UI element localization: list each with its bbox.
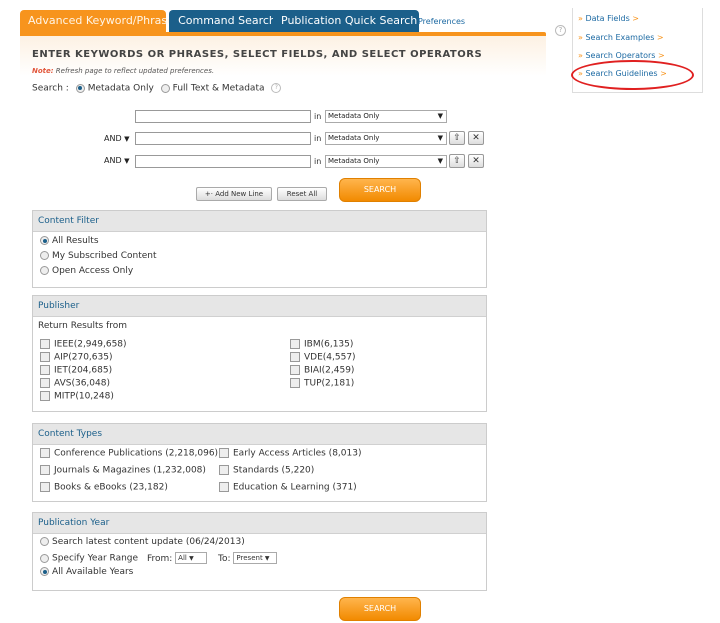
note-text: Note: Refresh page to reflect updated pr… <box>32 67 215 75</box>
publisher-item[interactable]: MITP(10,248) <box>40 391 114 402</box>
radio-metadata-only[interactable] <box>75 83 85 93</box>
help-icon[interactable]: ? <box>555 25 566 36</box>
in-label: in <box>314 112 322 121</box>
content-type-checkbox[interactable] <box>40 448 50 458</box>
content-type-item[interactable]: Standards (5,220) <box>219 465 314 476</box>
help-icon[interactable]: ? <box>271 83 282 93</box>
move-up-button[interactable]: ⇧ <box>449 154 465 168</box>
publisher-checkbox[interactable] <box>40 365 50 375</box>
operator-select-3[interactable]: AND ▼ <box>104 156 130 165</box>
radio-year-range[interactable] <box>40 553 49 563</box>
chevron-down-icon: ▼ <box>437 134 443 142</box>
move-up-button[interactable]: ⇧ <box>449 131 465 145</box>
publisher-item[interactable]: TUP(2,181) <box>290 378 354 389</box>
search-button[interactable]: SEARCH <box>339 178 421 202</box>
publisher-checkbox[interactable] <box>40 339 50 349</box>
year-latest-update[interactable]: Search latest content update (06/24/2013… <box>40 537 245 547</box>
close-icon: ✕ <box>472 133 480 143</box>
radio-all-years[interactable] <box>40 567 49 576</box>
sidebar-link-data-fields[interactable]: » Data Fields > <box>578 14 639 23</box>
publisher-checkbox[interactable] <box>290 352 300 362</box>
search-button-bottom[interactable]: SEARCH <box>339 597 421 621</box>
query-input-1[interactable] <box>135 110 311 123</box>
sidebar-link-search-operators[interactable]: » Search Operators > <box>578 51 665 60</box>
query-input-2[interactable] <box>135 132 311 145</box>
filter-all-results[interactable]: All Results <box>40 236 99 246</box>
field-select-2[interactable]: Metadata Only ▼ <box>325 132 447 145</box>
year-to-select[interactable]: Present ▼ <box>233 552 278 564</box>
publisher-checkbox[interactable] <box>40 352 50 362</box>
chevron-down-icon: ▼ <box>437 157 443 165</box>
content-type-checkbox[interactable] <box>219 465 229 475</box>
remove-row-button[interactable]: ✕ <box>468 154 484 168</box>
year-range[interactable]: Specify Year Range From: All ▼ To: Prese… <box>40 552 278 564</box>
chevron-down-icon: ▼ <box>124 135 130 143</box>
filter-open-access[interactable]: Open Access Only <box>40 266 133 276</box>
content-filter-box: Content Filter <box>32 210 487 288</box>
year-from-select[interactable]: All ▼ <box>175 552 208 564</box>
publication-year-title: Publication Year <box>33 513 486 534</box>
content-type-item[interactable]: Conference Publications (2,218,096) <box>40 448 218 459</box>
close-icon: ✕ <box>472 156 480 166</box>
query-input-3[interactable] <box>135 155 311 168</box>
filter-subscribed[interactable]: My Subscribed Content <box>40 251 157 261</box>
content-type-item[interactable]: Books & eBooks (23,182) <box>40 482 168 493</box>
add-new-line-button[interactable]: +· Add New Line <box>196 187 272 201</box>
publisher-item[interactable]: AVS(36,048) <box>40 378 110 389</box>
content-type-item[interactable]: Early Access Articles (8,013) <box>219 448 361 459</box>
publisher-subtitle: Return Results from <box>38 321 128 331</box>
chevron-down-icon: ▼ <box>437 112 443 120</box>
publisher-item[interactable]: BIAI(2,459) <box>290 365 354 376</box>
chevron-down-icon: ▼ <box>124 157 130 165</box>
move-up-icon: ⇧ <box>453 156 461 166</box>
content-types-title: Content Types <box>33 424 486 445</box>
radio-full-text[interactable] <box>160 83 170 93</box>
sidebar-link-search-examples[interactable]: » Search Examples > <box>578 33 664 42</box>
publisher-item[interactable]: IET(204,685) <box>40 365 112 376</box>
content-type-item[interactable]: Journals & Magazines (1,232,008) <box>40 465 206 476</box>
tab-command-search[interactable]: Command Search <box>169 10 285 32</box>
remove-row-button[interactable]: ✕ <box>468 131 484 145</box>
content-type-checkbox[interactable] <box>40 482 50 492</box>
content-type-checkbox[interactable] <box>219 448 229 458</box>
radio-subscribed[interactable] <box>40 251 49 260</box>
move-up-icon: ⇧ <box>453 133 461 143</box>
search-tabs: Advanced Keyword/Phrases Command Search … <box>20 10 566 36</box>
publisher-checkbox[interactable] <box>290 339 300 349</box>
publisher-checkbox[interactable] <box>40 391 50 401</box>
publisher-item[interactable]: IBM(6,135) <box>290 339 353 350</box>
page-heading: ENTER KEYWORDS OR PHRASES, SELECT FIELDS… <box>32 49 483 60</box>
publisher-item[interactable]: VDE(4,557) <box>290 352 356 363</box>
chevron-down-icon: ▼ <box>264 555 270 562</box>
content-type-checkbox[interactable] <box>219 482 229 492</box>
publisher-item[interactable]: AIP(270,635) <box>40 352 112 363</box>
publisher-checkbox[interactable] <box>40 378 50 388</box>
chevron-down-icon: ▼ <box>189 555 194 562</box>
content-type-item[interactable]: Education & Learning (371) <box>219 482 357 493</box>
highlight-ellipse <box>571 60 694 90</box>
search-mode: Search : Metadata Only Full Text & Metad… <box>32 83 282 94</box>
preferences-link[interactable]: Preferences <box>418 17 465 26</box>
reset-all-button[interactable]: Reset All <box>277 187 327 201</box>
plus-icon: + <box>204 190 211 198</box>
tab-publication-quick-search[interactable]: Publication Quick Search <box>273 10 419 32</box>
publisher-checkbox[interactable] <box>290 365 300 375</box>
publisher-title: Publisher <box>33 296 486 317</box>
field-select-1[interactable]: Metadata Only ▼ <box>325 110 447 123</box>
radio-latest-update[interactable] <box>40 537 49 546</box>
radio-open-access[interactable] <box>40 266 49 275</box>
in-label: in <box>314 157 322 166</box>
tab-advanced-keyword[interactable]: Advanced Keyword/Phrases <box>20 10 180 32</box>
field-select-3[interactable]: Metadata Only ▼ <box>325 155 447 168</box>
in-label: in <box>314 134 322 143</box>
radio-all-results[interactable] <box>40 236 49 245</box>
operator-select-2[interactable]: AND ▼ <box>104 134 130 143</box>
publisher-checkbox[interactable] <box>290 378 300 388</box>
content-filter-title: Content Filter <box>33 211 486 232</box>
year-all-available[interactable]: All Available Years <box>40 567 133 577</box>
content-type-checkbox[interactable] <box>40 465 50 475</box>
publisher-item[interactable]: IEEE(2,949,658) <box>40 339 127 350</box>
